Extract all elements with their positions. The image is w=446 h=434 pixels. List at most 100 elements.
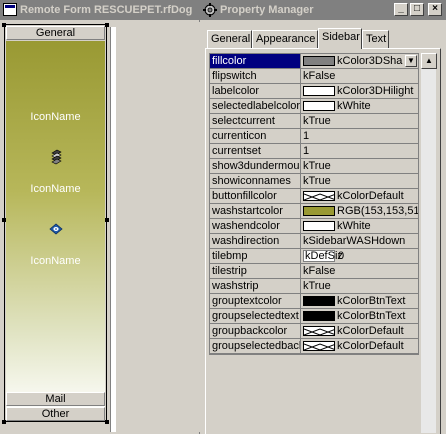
property-value-text: 0 — [338, 250, 345, 262]
gear-icon — [203, 3, 217, 17]
property-value-text: kColor3DHilight — [337, 85, 414, 97]
selection-handle[interactable] — [2, 218, 6, 222]
tab-appearance[interactable]: Appearance — [252, 30, 318, 48]
property-value[interactable]: kColorDefault — [301, 339, 418, 353]
tab-text[interactable]: Text — [362, 30, 389, 48]
property-row[interactable]: labelcolor kColor3DHilight — [210, 84, 418, 99]
scroll-up-icon[interactable]: ▲ — [421, 53, 437, 69]
property-value[interactable]: kColorDefault — [301, 189, 418, 203]
property-name: currenticon — [210, 129, 301, 143]
property-value-text: kColorBtnText — [337, 310, 406, 322]
property-row[interactable]: groupbackcolor kColorDefault — [210, 324, 418, 339]
property-row[interactable]: groupselectedtext kColorBtnText — [210, 309, 418, 324]
icon-name-label: IconName — [30, 255, 81, 267]
group-button-other[interactable]: Other — [6, 407, 105, 421]
property-value[interactable]: kTrue — [301, 114, 418, 128]
property-row[interactable]: washdirection kSidebarWASHdown — [210, 234, 418, 249]
selection-handle[interactable] — [2, 420, 6, 424]
property-row[interactable]: washstrip kTrue — [210, 279, 418, 294]
property-manager-title: Property Manager — [220, 4, 314, 16]
remote-form-titlebar[interactable]: Remote Form RESCUEPET.rfDog — [0, 0, 200, 20]
property-row[interactable]: tilestrip kFalse — [210, 264, 418, 279]
property-value[interactable]: kTrue — [301, 174, 418, 188]
property-value[interactable]: kColorDefault — [301, 324, 418, 338]
property-value[interactable]: kColor3DHilight — [301, 84, 418, 98]
property-value[interactable]: kFalse — [301, 264, 418, 278]
selection-handle[interactable] — [105, 218, 109, 222]
property-value-text: 1 — [303, 130, 310, 142]
close-button[interactable]: × — [428, 3, 442, 16]
color-swatch — [303, 296, 335, 306]
property-value[interactable]: 1 — [301, 129, 418, 143]
property-row[interactable]: buttonfillcolor kColorDefault — [210, 189, 418, 204]
property-value[interactable]: kWhite — [301, 99, 418, 113]
group-button-mail[interactable]: Mail — [6, 392, 105, 406]
sidebar-control[interactable]: General IconName IconName IconName Mail — [4, 24, 107, 422]
property-row[interactable]: washstartcolor RGB(153,153,51 — [210, 204, 418, 219]
property-manager-window: Property Manager _ □ × General Appearanc… — [200, 0, 446, 434]
property-row[interactable]: fillcolor kColor3DSha ▼ — [210, 54, 418, 69]
color-swatch — [303, 86, 335, 96]
pattern-swatch — [303, 191, 335, 201]
color-swatch — [303, 206, 335, 216]
form-canvas: General IconName IconName IconName Mail — [2, 22, 200, 432]
property-row[interactable]: groupselectedbacl kColorDefault — [210, 339, 418, 354]
property-value[interactable]: kColorBtnText — [301, 309, 418, 323]
property-value-text: kColorDefault — [337, 340, 404, 352]
property-row[interactable]: grouptextcolor kColorBtnText — [210, 294, 418, 309]
property-value-text: kColorDefault — [337, 325, 404, 337]
property-value[interactable]: kTrue — [301, 279, 418, 293]
color-swatch — [303, 56, 335, 66]
property-name: grouptextcolor — [210, 294, 301, 308]
stack-icon[interactable] — [48, 149, 64, 165]
property-value-text: kWhite — [337, 220, 371, 232]
property-value[interactable]: kSidebarWASHdown — [301, 234, 418, 248]
selection-handle[interactable] — [105, 420, 109, 424]
property-value[interactable]: kColorBtnText — [301, 294, 418, 308]
property-value[interactable]: kDefSiz 0 — [301, 249, 418, 263]
property-value[interactable]: RGB(153,153,51 — [301, 204, 418, 218]
form-empty-area — [116, 27, 200, 432]
tab-strip: General Appearance Sidebar Text — [205, 28, 441, 49]
selection-handle[interactable] — [105, 23, 109, 27]
tab-general[interactable]: General — [207, 30, 252, 48]
disk-icon[interactable] — [48, 221, 64, 237]
property-value-text: kTrue — [303, 160, 331, 172]
selection-handle[interactable] — [2, 23, 6, 27]
icon-name-label: IconName — [30, 183, 81, 195]
property-row[interactable]: tilebmp kDefSiz 0 — [210, 249, 418, 264]
property-name: washstartcolor — [210, 204, 301, 218]
property-row[interactable]: currenticon 1 — [210, 129, 418, 144]
vertical-scrollbar[interactable]: ▲ — [420, 53, 437, 433]
tab-sidebar[interactable]: Sidebar — [318, 28, 362, 49]
property-name: selectcurrent — [210, 114, 301, 128]
remote-form-window: Remote Form RESCUEPET.rfDog General Icon… — [0, 0, 200, 434]
property-row[interactable]: selectedlabelcolor kWhite — [210, 99, 418, 114]
color-swatch — [303, 221, 335, 231]
tilebmp-size-box[interactable]: kDefSiz — [303, 250, 343, 262]
property-value[interactable]: kWhite — [301, 219, 418, 233]
property-row[interactable]: currentset 1 — [210, 144, 418, 159]
maximize-button[interactable]: □ — [410, 3, 424, 16]
property-value-text: 1 — [303, 145, 310, 157]
property-row[interactable]: washendcolor kWhite — [210, 219, 418, 234]
property-name: currentset — [210, 144, 301, 158]
property-value[interactable]: kTrue — [301, 159, 418, 173]
remote-form-title: Remote Form RESCUEPET.rfDog — [20, 4, 193, 16]
property-row[interactable]: showiconnames kTrue — [210, 174, 418, 189]
property-row[interactable]: selectcurrent kTrue — [210, 114, 418, 129]
property-manager-titlebar[interactable]: Property Manager _ □ × — [200, 0, 446, 20]
group-button-general[interactable]: General — [6, 26, 105, 40]
property-row[interactable]: show3dundermous kTrue — [210, 159, 418, 174]
chevron-down-icon[interactable]: ▼ — [405, 55, 417, 67]
property-value-text: kWhite — [337, 100, 371, 112]
property-row[interactable]: flipswitch kFalse — [210, 69, 418, 84]
property-value[interactable]: 1 — [301, 144, 418, 158]
sidebar-wash-area: IconName IconName IconName — [6, 41, 105, 417]
property-name: groupselectedbacl — [212, 339, 301, 353]
property-value[interactable]: kFalse — [301, 69, 418, 83]
property-value-text: kFalse — [303, 265, 336, 277]
minimize-button[interactable]: _ — [394, 3, 408, 16]
property-value[interactable]: kColor3DSha — [301, 54, 418, 68]
pattern-swatch — [303, 341, 335, 351]
